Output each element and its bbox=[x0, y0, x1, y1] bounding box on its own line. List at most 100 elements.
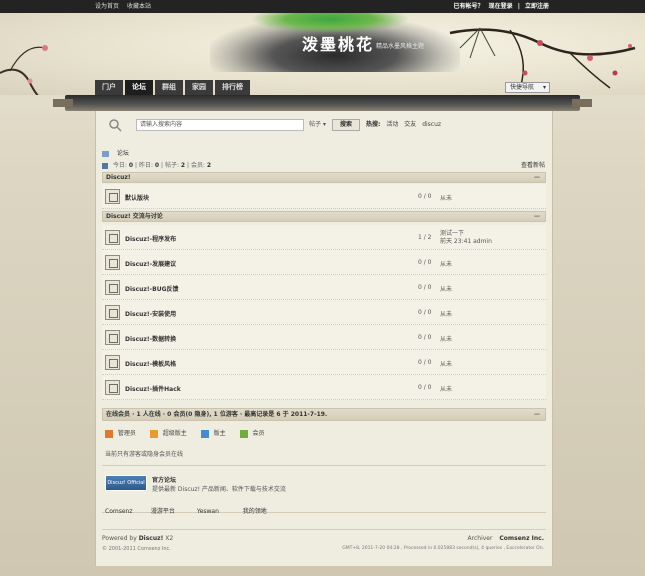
forum-name[interactable]: Discuz!-模板风格 bbox=[125, 359, 176, 368]
online-status-text: 当前只有游客或隐身会员在线 bbox=[105, 451, 184, 458]
archiver-link[interactable]: Archiver bbox=[468, 535, 493, 542]
forum-name[interactable]: Discuz!-BUG反馈 bbox=[125, 284, 179, 293]
header-scroll-bar-decoration bbox=[53, 95, 592, 111]
admin-user-icon bbox=[105, 429, 113, 438]
partner-link[interactable]: Yeswan bbox=[197, 508, 241, 515]
category-title[interactable]: Discuz! 交流与讨论 bbox=[106, 213, 163, 220]
collapse-icon[interactable]: — bbox=[534, 173, 540, 182]
last-post-title[interactable]: 测试一下 bbox=[440, 230, 492, 238]
partner-link[interactable]: 我的领地 bbox=[243, 506, 267, 515]
login-link[interactable]: 现在登录 bbox=[489, 3, 513, 10]
online-summary[interactable]: 在线会员 · 1 人在线 · 0 会员(0 隐身), 1 位游客 · 最高记录是… bbox=[106, 411, 327, 418]
separator: | bbox=[517, 3, 520, 10]
footer-divider bbox=[102, 529, 546, 530]
forum-counts: 0 / 0 bbox=[418, 193, 432, 200]
forum-last-post: 从未 bbox=[440, 286, 453, 293]
main-nav: 门户 论坛 群组 家园 排行榜 bbox=[95, 80, 252, 95]
home-icon[interactable] bbox=[102, 150, 109, 157]
discuz-link[interactable]: Discuz! bbox=[139, 535, 164, 542]
stats-today-value: 0 bbox=[128, 162, 134, 169]
forum-name[interactable]: Discuz!-数据转换 bbox=[125, 334, 176, 343]
search-button[interactable]: 搜索 bbox=[332, 119, 360, 131]
discuz-official-logo[interactable]: Discuz! Official bbox=[105, 475, 147, 491]
forum-row: Discuz!-数据转换 0 / 0 从未 bbox=[102, 325, 546, 350]
forum-name[interactable]: Discuz!-插件Hack bbox=[125, 384, 181, 393]
nav-tab-groups[interactable]: 群组 bbox=[155, 80, 183, 95]
forum-name[interactable]: Discuz!-程序发布 bbox=[125, 234, 176, 243]
category-header[interactable]: Discuz! — bbox=[102, 172, 546, 183]
quick-nav-label: 快捷导航 bbox=[510, 84, 535, 91]
forum-counts: 0 / 0 bbox=[418, 334, 432, 341]
nav-tab-portal[interactable]: 门户 bbox=[95, 80, 123, 95]
stats-separator: | bbox=[134, 162, 138, 169]
forum-icon bbox=[105, 305, 120, 320]
search-input[interactable]: 请输入搜索内容 bbox=[136, 119, 304, 131]
legend-item: 管理员 bbox=[105, 428, 136, 438]
forum-row: Discuz!-安装使用 0 / 0 从未 bbox=[102, 300, 546, 325]
forum-row: Discuz!-插件Hack 0 / 0 从未 bbox=[102, 375, 546, 400]
register-link[interactable]: 立即注册 bbox=[525, 3, 549, 10]
partner-links: Comsenz 漫游平台 Yeswan 我的领地 bbox=[105, 506, 267, 515]
forum-counts: 0 / 0 bbox=[418, 259, 432, 266]
top-bar: 设为首页 收藏本站 已有帐号？ 现在登录 | 立即注册 bbox=[0, 0, 645, 13]
collapse-icon[interactable]: — bbox=[534, 409, 540, 420]
forum-name[interactable]: Discuz!-发展建议 bbox=[125, 259, 176, 268]
legend-item: 超级版主 bbox=[149, 428, 187, 438]
powered-prefix: Powered by bbox=[102, 535, 137, 542]
set-homepage-link[interactable]: 设为首页 bbox=[95, 3, 119, 10]
site-logo[interactable]: 泼墨桃花 bbox=[302, 31, 374, 55]
view-new-posts-link[interactable]: 查看新帖 bbox=[521, 160, 545, 169]
link-title[interactable]: 官方论坛 bbox=[152, 475, 176, 484]
stats-members-value: 2 bbox=[206, 162, 212, 169]
nav-tab-forum[interactable]: 论坛 bbox=[125, 80, 153, 95]
forum-counts: 0 / 0 bbox=[418, 284, 432, 291]
nav-tab-ranking[interactable]: 排行榜 bbox=[215, 80, 250, 95]
stats-members-label: 会员: bbox=[190, 162, 205, 169]
plum-branch-left-decoration bbox=[0, 45, 48, 95]
quick-nav-button[interactable]: 快捷导航 ▾ bbox=[505, 82, 550, 93]
forum-last-post: 从未 bbox=[440, 361, 453, 368]
stats-posts-value: 2 bbox=[180, 162, 186, 169]
forum-icon bbox=[105, 380, 120, 395]
company-link[interactable]: Comsenz Inc. bbox=[499, 535, 544, 542]
hot-search-link[interactable]: 活动 bbox=[386, 121, 398, 128]
have-account-text: 已有帐号？ bbox=[453, 3, 484, 10]
green-wash-decoration bbox=[250, 13, 410, 33]
nav-tab-home[interactable]: 家园 bbox=[185, 80, 213, 95]
footer-links: Archiver Comsenz Inc. bbox=[468, 535, 544, 542]
legend-item: 版主 bbox=[200, 428, 226, 438]
partner-link[interactable]: Comsenz bbox=[105, 508, 149, 515]
legend-label: 管理员 bbox=[117, 430, 136, 437]
forum-row: Discuz!-模板风格 0 / 0 从未 bbox=[102, 350, 546, 375]
forum-last-post: 测试一下 前天 23:41 admin bbox=[440, 230, 492, 246]
bookmark-link[interactable]: 收藏本站 bbox=[127, 3, 151, 10]
hot-search-link[interactable]: 交友 bbox=[404, 121, 416, 128]
moderator-user-icon bbox=[200, 429, 209, 438]
breadcrumb-current[interactable]: 论坛 bbox=[117, 150, 129, 157]
category-header[interactable]: Discuz! 交流与讨论 — bbox=[102, 211, 546, 222]
stats-separator: | bbox=[187, 162, 190, 169]
search-type-select[interactable]: 帖子 ▾ bbox=[309, 119, 326, 131]
chevron-down-icon: ▾ bbox=[322, 121, 326, 128]
legend-label: 会员 bbox=[252, 430, 265, 437]
forum-last-post: 从未 bbox=[440, 195, 453, 202]
stats-posts-label: 帖子: bbox=[164, 162, 179, 169]
category-title[interactable]: Discuz! bbox=[106, 174, 131, 181]
partner-link[interactable]: 漫游平台 bbox=[151, 506, 195, 515]
main-content: 请输入搜索内容 帖子 ▾ 搜索 热搜: 活动 交友 discuz 论坛 今日: … bbox=[95, 111, 553, 566]
link-description: 提供最新 Discuz! 产品新闻、软件下载与技术交流 bbox=[152, 486, 286, 493]
forum-row: Discuz!-BUG反馈 0 / 0 从未 bbox=[102, 275, 546, 300]
hot-search-label: 热搜: bbox=[366, 121, 381, 128]
forum-last-post: 从未 bbox=[440, 336, 453, 343]
user-group-legend: 管理员 超级版主 版主 会员 bbox=[105, 428, 277, 438]
powered-by: Powered by Discuz! X2 bbox=[102, 535, 173, 542]
forum-row: Discuz!-程序发布 1 / 2 测试一下 前天 23:41 admin bbox=[102, 225, 546, 250]
forum-name[interactable]: Discuz!-安装使用 bbox=[125, 309, 176, 318]
forum-icon bbox=[105, 255, 120, 270]
last-post-meta[interactable]: 前天 23:41 admin bbox=[440, 238, 492, 246]
collapse-icon[interactable]: — bbox=[534, 212, 540, 221]
hot-search-link[interactable]: discuz bbox=[422, 121, 441, 128]
online-members-header[interactable]: 在线会员 · 1 人在线 · 0 会员(0 隐身), 1 位游客 · 最高记录是… bbox=[102, 408, 546, 421]
forum-name[interactable]: 默认版块 bbox=[125, 193, 149, 202]
search-bar: 请输入搜索内容 帖子 ▾ 搜索 热搜: 活动 交友 discuz bbox=[106, 117, 546, 133]
